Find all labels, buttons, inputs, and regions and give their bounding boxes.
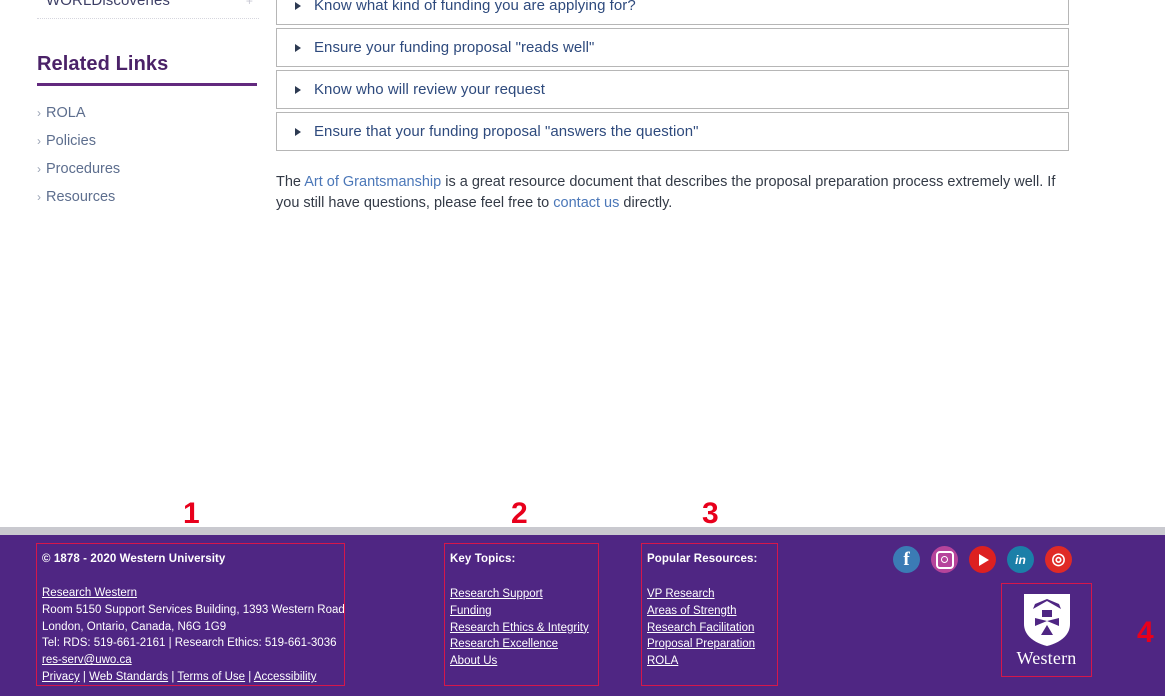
sidebar-item-policies[interactable]: › Policies (37, 133, 259, 149)
sidebar-item-label: Resources (46, 189, 116, 205)
social-links: f in ◎ (893, 546, 1072, 573)
facebook-icon[interactable]: f (893, 546, 920, 573)
plus-icon[interactable]: + (246, 0, 253, 8)
footer-email-link[interactable]: res-serv@uwo.ca (42, 654, 132, 666)
weibo-icon[interactable]: ◎ (1045, 546, 1072, 573)
accordion-item-label: Know what kind of funding you are applyi… (314, 0, 636, 14)
accordion-item-reviewers[interactable]: Know who will review your request (276, 70, 1069, 109)
western-university-logo[interactable]: Western (1001, 583, 1092, 677)
key-topic-research-excellence[interactable]: Research Excellence (450, 638, 558, 650)
footer-address-line-2: London, Ontario, Canada, N6G 1G9 (42, 620, 227, 633)
triangle-right-icon (295, 43, 301, 52)
sidebar-item-procedures[interactable]: › Procedures (37, 161, 259, 177)
legal-separator: | (168, 670, 178, 683)
sidebar-divider (37, 17, 259, 19)
sidebar: WORLDiscoveries + Related Links › ROLA ›… (37, 0, 259, 217)
instagram-icon[interactable] (931, 546, 958, 573)
chevron-right-icon: › (37, 134, 41, 148)
contact-us-link[interactable]: contact us (553, 195, 619, 211)
footer-contact-column: © 1878 - 2020 Western University Researc… (36, 543, 345, 686)
paragraph-text-3: directly. (619, 195, 673, 211)
chevron-right-icon: › (37, 190, 41, 204)
key-topic-funding[interactable]: Funding (450, 605, 492, 617)
key-topic-research-support[interactable]: Research Support (450, 588, 543, 600)
footer-divider-band (0, 527, 1165, 535)
footer-phone-line: Tel: RDS: 519-661-2161 | Research Ethics… (42, 637, 337, 650)
sidebar-item-label: Procedures (46, 161, 121, 177)
sidebar-item-label: WORLDiscoveries (46, 0, 171, 9)
resource-areas-of-strength[interactable]: Areas of Strength (647, 605, 737, 617)
chevron-right-icon: › (37, 162, 41, 176)
legal-separator: | (79, 670, 90, 683)
footer-legal-links: Privacy | Web Standards | Terms of Use |… (42, 669, 344, 686)
sidebar-item-worldiscoveries[interactable]: WORLDiscoveries + (37, 0, 259, 15)
triangle-right-icon (295, 127, 301, 136)
footer-copyright: © 1878 - 2020 Western University (42, 553, 226, 565)
key-topic-research-ethics-integrity[interactable]: Research Ethics & Integrity (450, 622, 589, 634)
resource-rola[interactable]: ROLA (647, 655, 678, 667)
accordion-item-label: Know who will review your request (314, 81, 545, 98)
footer-address-line-1: Room 5150 Support Services Building, 139… (42, 603, 345, 616)
accordion-list: Know what kind of funding you are applyi… (276, 0, 1069, 154)
sidebar-item-label: ROLA (46, 105, 86, 121)
annotation-number-2: 2 (511, 497, 528, 530)
privacy-link[interactable]: Privacy (42, 671, 80, 683)
related-links-underline (37, 83, 257, 86)
body-paragraph: The Art of Grantsmanship is a great reso… (276, 172, 1066, 214)
resource-research-facilitation[interactable]: Research Facilitation (647, 622, 754, 634)
annotation-number-4: 4 (1137, 616, 1154, 649)
western-wordmark: Western (1016, 648, 1077, 668)
accordion-item-funding-kind[interactable]: Know what kind of funding you are applyi… (276, 0, 1069, 25)
sidebar-item-rola[interactable]: › ROLA (37, 105, 259, 121)
resource-vp-research[interactable]: VP Research (647, 588, 715, 600)
web-standards-link[interactable]: Web Standards (89, 671, 168, 683)
accordion-item-answers-question[interactable]: Ensure that your funding proposal "answe… (276, 112, 1069, 151)
accordion-item-label: Ensure that your funding proposal "answe… (314, 123, 699, 140)
footer-key-topics-column: Key Topics: Research Support Funding Res… (444, 543, 599, 686)
youtube-icon[interactable] (969, 546, 996, 573)
related-links-list: › ROLA › Policies › Procedures › Resourc… (37, 105, 259, 205)
footer-popular-resources-column: Popular Resources: VP Research Areas of … (641, 543, 778, 686)
legal-separator: | (245, 670, 254, 683)
terms-of-use-link[interactable]: Terms of Use (177, 671, 245, 683)
annotation-number-3: 3 (702, 497, 719, 530)
accessibility-link[interactable]: Accessibility (254, 671, 317, 683)
linkedin-icon[interactable]: in (1007, 546, 1034, 573)
key-topics-heading: Key Topics: (450, 553, 516, 565)
popular-resources-heading: Popular Resources: (647, 553, 758, 565)
annotation-number-1: 1 (183, 497, 200, 530)
art-of-grantsmanship-link[interactable]: Art of Grantsmanship (304, 174, 441, 190)
triangle-right-icon (295, 85, 301, 94)
sidebar-item-label: Policies (46, 133, 96, 149)
chevron-right-icon: › (37, 106, 41, 120)
western-shield-icon (1023, 594, 1070, 646)
research-western-link[interactable]: Research Western (42, 587, 137, 599)
key-topic-about-us[interactable]: About Us (450, 655, 497, 667)
accordion-item-reads-well[interactable]: Ensure your funding proposal "reads well… (276, 28, 1069, 67)
paragraph-text-1: The (276, 174, 305, 190)
sidebar-item-resources[interactable]: › Resources (37, 189, 259, 205)
triangle-right-icon (295, 1, 301, 10)
resource-proposal-preparation[interactable]: Proposal Preparation (647, 638, 755, 650)
page-content-area: WORLDiscoveries + Related Links › ROLA ›… (0, 0, 1165, 527)
accordion-item-label: Ensure your funding proposal "reads well… (314, 39, 595, 56)
related-links-heading: Related Links (37, 53, 169, 75)
